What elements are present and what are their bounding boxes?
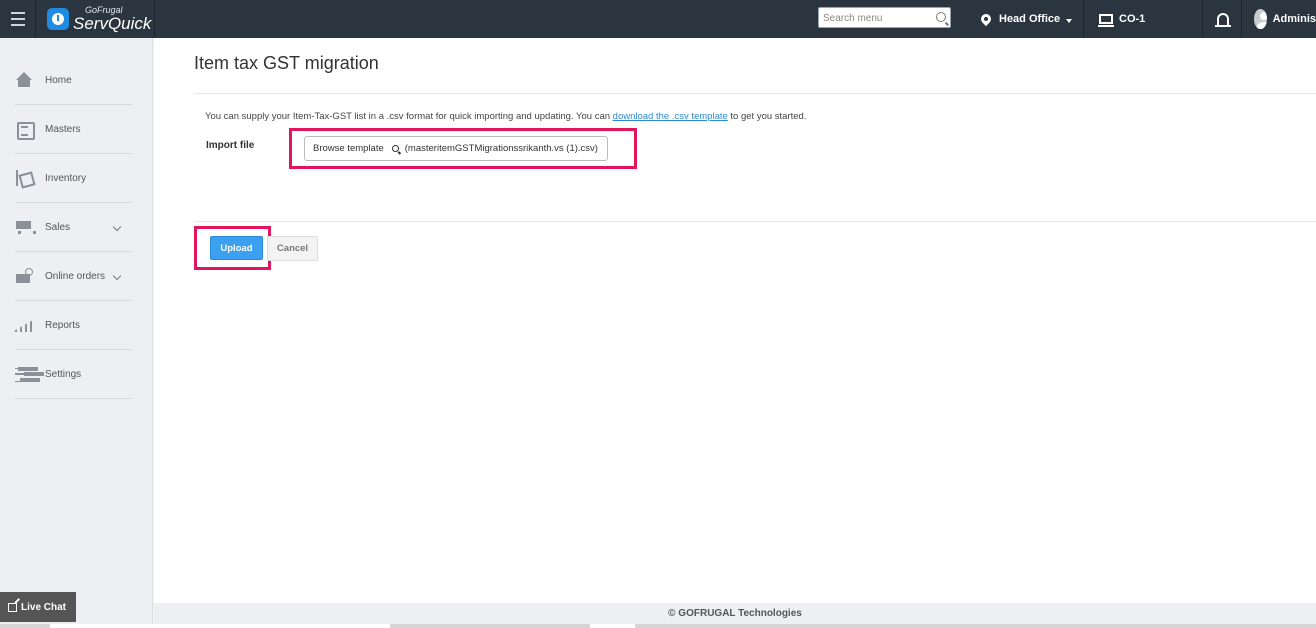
sidebar-item-label: Online orders: [45, 270, 106, 282]
sidebar-item-online-orders[interactable]: Online orders: [15, 252, 132, 301]
counter-selector[interactable]: CO-1: [1085, 0, 1203, 38]
info-suffix: to get you started.: [727, 111, 807, 122]
sidebar: Home Masters Inventory Sales Online orde…: [0, 38, 153, 628]
chevron-down-icon: [112, 271, 122, 281]
sidebar-item-label: Inventory: [45, 172, 87, 184]
counter-label: CO-1: [1119, 13, 1146, 25]
sidebar-item-label: Home: [45, 74, 72, 86]
location-label: Head Office: [999, 13, 1061, 25]
cancel-button[interactable]: Cancel: [267, 236, 318, 261]
bell-icon: [1214, 13, 1231, 27]
page-title: Item tax GST migration: [194, 53, 379, 73]
reports-icon: [15, 317, 33, 333]
top-navbar: GoFrugal ServQuick Head Office CO-1 Admi…: [0, 0, 1316, 38]
settings-icon: [15, 366, 33, 382]
divider: [194, 93, 1316, 94]
live-chat-button[interactable]: Live Chat: [0, 592, 76, 622]
sidebar-item-sales[interactable]: Sales: [15, 203, 132, 252]
divider: [194, 221, 1316, 222]
browse-template-button[interactable]: Browse template: [313, 143, 384, 154]
sidebar-item-settings[interactable]: Settings: [15, 350, 132, 399]
sidebar-item-home[interactable]: Home: [15, 56, 132, 105]
bottom-strip: [0, 624, 1316, 628]
user-menu[interactable]: Adminis: [1243, 0, 1316, 38]
caret-down-icon: [1066, 18, 1073, 23]
hamburger-icon: [10, 10, 25, 28]
footer-copyright: © GOFRUGAL Technologies: [668, 608, 802, 619]
search-icon: [391, 145, 399, 152]
avatar: [1254, 9, 1267, 29]
live-chat-label: Live Chat: [21, 601, 67, 613]
sidebar-item-label: Reports: [45, 319, 81, 331]
user-name: Adminis: [1272, 13, 1316, 25]
sidebar-item-label: Settings: [45, 368, 82, 380]
main-content: Item tax GST migration You can supply yo…: [154, 38, 1316, 603]
online-orders-icon: [15, 268, 33, 284]
inventory-icon: [15, 170, 33, 186]
search-menu-input[interactable]: [819, 9, 929, 28]
sidebar-item-reports[interactable]: Reports: [15, 301, 132, 350]
menu-toggle-button[interactable]: [0, 0, 36, 38]
search-menu: [818, 7, 951, 28]
sidebar-item-label: Sales: [45, 221, 71, 233]
masters-icon: [15, 121, 35, 140]
import-instructions: You can supply your Item-Tax-GST list in…: [205, 111, 806, 122]
chevron-down-icon: [112, 222, 122, 232]
location-pin-icon: [978, 11, 994, 27]
app-logo[interactable]: GoFrugal ServQuick: [37, 0, 155, 38]
sidebar-item-masters[interactable]: Masters: [15, 105, 132, 154]
search-icon[interactable]: [936, 12, 946, 22]
sidebar-item-label: Masters: [45, 123, 81, 135]
clock-logo-icon: [47, 8, 69, 30]
download-template-link[interactable]: download the .csv template: [613, 111, 728, 122]
cart-icon: [15, 219, 36, 235]
info-prefix: You can supply your Item-Tax-GST list in…: [205, 111, 613, 122]
monitor-icon: [1098, 14, 1114, 27]
logo-brand-name: ServQuick: [73, 14, 152, 33]
notifications-button[interactable]: [1204, 0, 1242, 38]
import-file-label: Import file: [206, 140, 255, 151]
file-picker[interactable]: Browse template (masteritemGSTMigrations…: [304, 136, 608, 161]
upload-button[interactable]: Upload: [210, 236, 263, 260]
sidebar-item-inventory[interactable]: Inventory: [15, 154, 132, 203]
selected-file-name: (masteritemGSTMigrationssrikanth.vs (1).…: [404, 143, 598, 154]
home-icon: [15, 72, 33, 88]
external-link-icon: [8, 602, 17, 612]
location-selector[interactable]: Head Office: [965, 0, 1084, 38]
